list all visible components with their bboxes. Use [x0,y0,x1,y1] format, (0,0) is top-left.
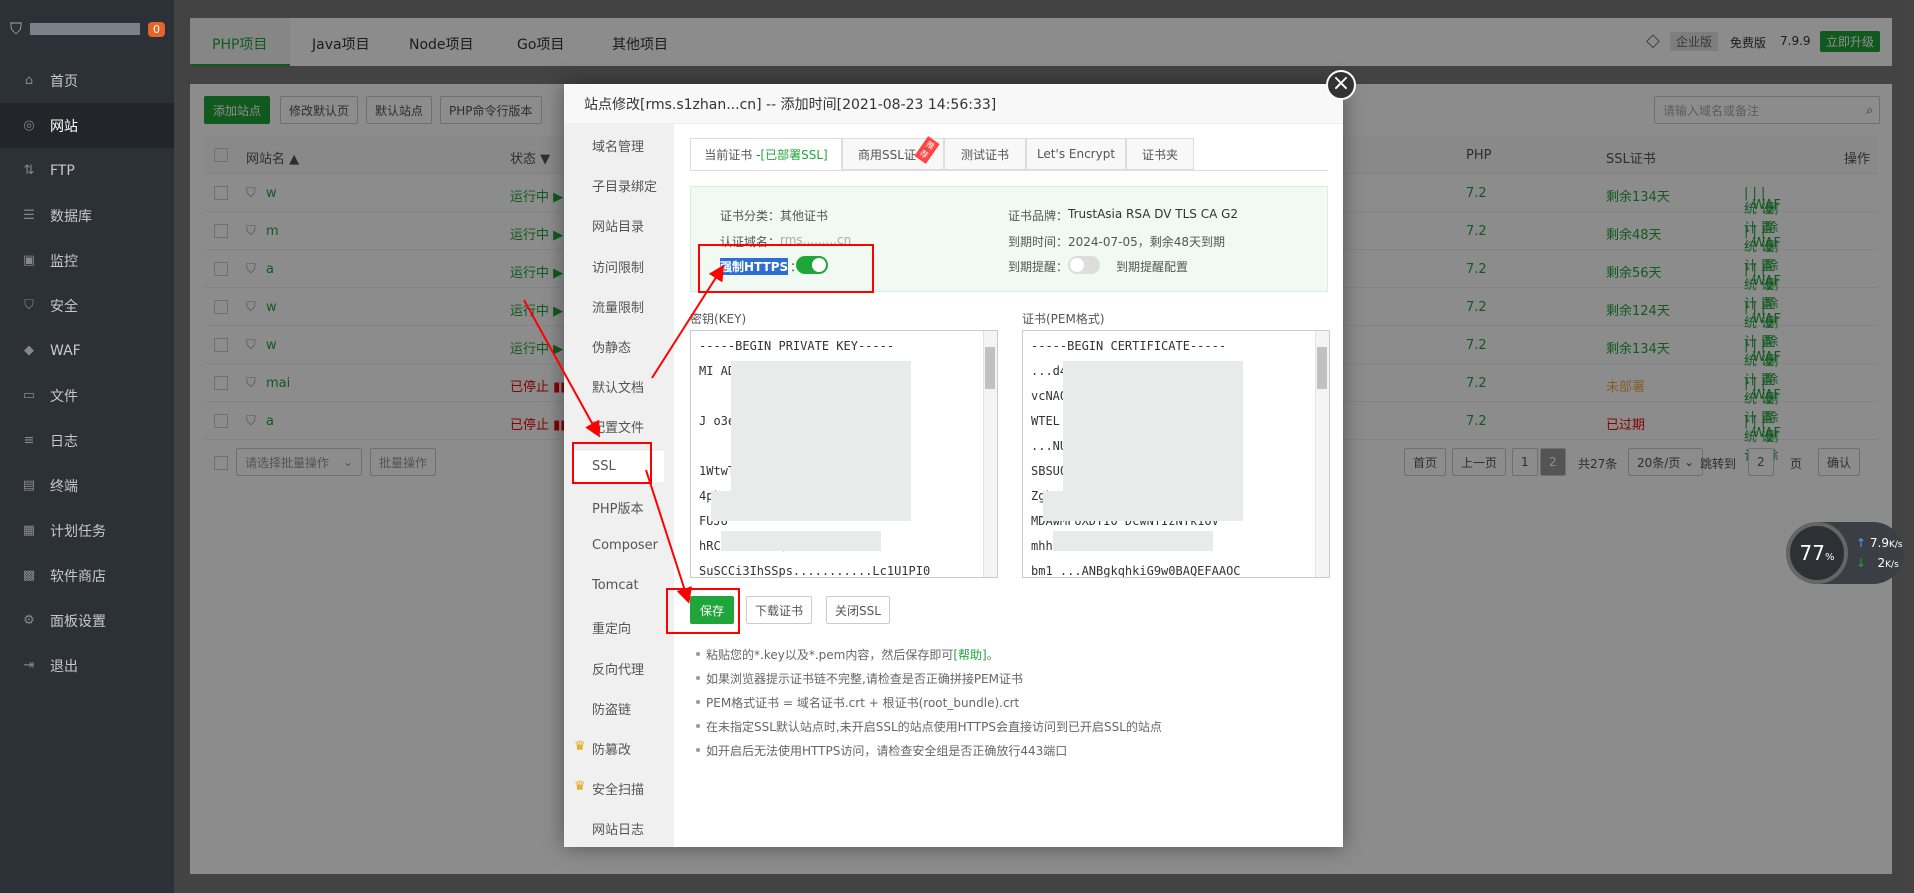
annotation-arrows [523,264,725,604]
arrow-to-ssl [523,299,600,438]
arrow-to-force-https [651,264,725,379]
arrow-to-save [645,469,692,604]
